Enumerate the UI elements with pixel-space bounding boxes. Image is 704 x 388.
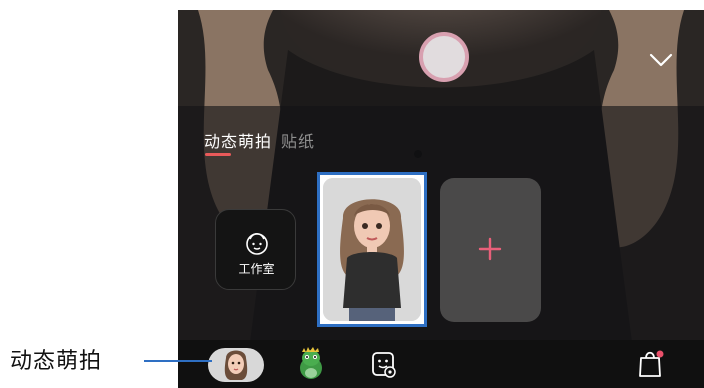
avatar-card[interactable] [323, 178, 421, 321]
studio-label: 工作室 [238, 262, 275, 276]
active-tab-indicator [205, 153, 231, 156]
plus-icon [478, 237, 502, 261]
sticker-settings-icon[interactable] [371, 350, 397, 378]
callout-line [144, 360, 212, 362]
selected-avatar-highlight [317, 172, 427, 327]
chevron-down-icon[interactable] [648, 50, 674, 70]
camera-screen: 动态萌拍 贴纸 工作室 [178, 10, 704, 388]
avatar-figure [323, 178, 421, 321]
studio-button[interactable]: 工作室 [215, 209, 296, 290]
notification-badge [656, 350, 664, 358]
tab-ar-emoji[interactable]: 动态萌拍 [204, 128, 272, 152]
tab-stickers[interactable]: 贴纸 [281, 128, 315, 152]
shopping-bag-icon[interactable] [636, 348, 666, 380]
face-outline-icon [246, 232, 268, 255]
callout-label: 动态萌拍 [10, 349, 103, 374]
dinosaur-icon[interactable] [294, 346, 328, 382]
shutter-button[interactable] [419, 32, 469, 82]
ar-emoji-mode-button[interactable] [208, 348, 264, 382]
add-avatar-button[interactable] [440, 178, 541, 322]
avatar-emoji-icon [224, 350, 248, 380]
